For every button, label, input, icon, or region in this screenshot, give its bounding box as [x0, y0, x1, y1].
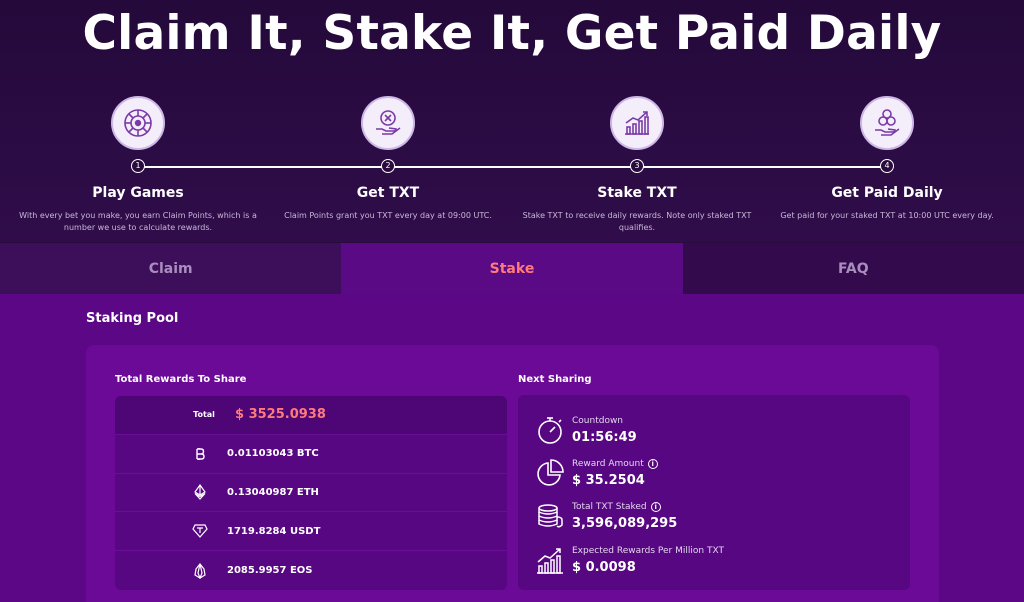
hand-coin-icon: [361, 96, 415, 150]
hero-section: Claim It, Stake It, Get Paid Daily 1 Pla…: [0, 0, 1024, 242]
reward-row-btc: 0.01103043 BTC: [115, 435, 507, 474]
countdown-label: Countdown: [572, 415, 624, 426]
total-staked-value: 3,596,089,295: [572, 515, 678, 531]
total-value: $ 3525.0938: [235, 407, 326, 423]
step-play-games: 1 Play Games With every bet you make, yo…: [13, 96, 263, 234]
reward-value: 1719.8284 USDT: [227, 525, 321, 537]
total-staked-label: Total TXT Staked: [572, 501, 647, 512]
reward-row-eos: 2085.9957 EOS: [115, 551, 507, 590]
total-staked-item: Total TXT Staked i 3,596,089,295: [534, 496, 677, 536]
rising-chart-icon: [534, 544, 566, 576]
step-description: Claim Points grant you TXT every day at …: [284, 211, 492, 220]
expected-rewards-text: Expected Rewards Per Million TXT $ 0.009…: [572, 546, 724, 575]
reward-row-usdt: 1719.8284 USDT: [115, 512, 507, 552]
reward-amount-label-row: Reward Amount i: [572, 458, 658, 469]
tab-bar: Claim Stake FAQ: [0, 243, 1024, 294]
expected-rewards-value: $ 0.0098: [572, 559, 636, 575]
next-sharing-panel: Countdown 01:56:49 Reward Amount i $ 35.2…: [518, 395, 910, 590]
reward-value: 2085.9957 EOS: [227, 565, 313, 577]
countdown-value: 01:56:49: [572, 429, 637, 445]
reward-row-eth: 0.13040987 ETH: [115, 474, 507, 513]
rewards-table: Total $ 3525.0938 0.01103043 BTC 0.13040…: [115, 396, 507, 590]
step-title: Get TXT: [356, 185, 420, 201]
reward-value: 0.13040987 ETH: [227, 486, 319, 498]
reward-amount-label: Reward Amount: [572, 458, 644, 469]
reward-amount-text: Reward Amount i $ 35.2504: [572, 458, 658, 488]
countdown-text: Countdown 01:56:49: [572, 416, 637, 445]
tab-claim[interactable]: Claim: [0, 243, 342, 294]
coin-stack-icon: [534, 500, 566, 532]
expected-rewards-item: Expected Rewards Per Million TXT $ 0.009…: [534, 540, 724, 580]
step-description: With every bet you make, you earn Claim …: [19, 211, 257, 232]
step-stake-txt: 3 Stake TXT Stake TXT to receive daily r…: [512, 96, 762, 234]
rewards-total-row: Total $ 3525.0938: [115, 396, 507, 435]
tab-stake[interactable]: Stake: [341, 243, 683, 294]
step-number: 3: [630, 159, 644, 173]
total-staked-label-row: Total TXT Staked i: [572, 501, 677, 512]
step-title: Get Paid Daily: [831, 185, 943, 201]
reward-amount-value: $ 35.2504: [572, 472, 645, 488]
staking-pool-title: Staking Pool: [86, 311, 179, 326]
reward-value: 0.01103043 BTC: [227, 448, 319, 460]
info-icon[interactable]: i: [647, 458, 658, 469]
hand-coins-icon: [860, 96, 914, 150]
stopwatch-icon: [534, 414, 566, 446]
growth-chart-icon: [610, 96, 664, 150]
step-description: Stake TXT to receive daily rewards. Note…: [522, 211, 752, 232]
pie-chart-icon: [534, 457, 566, 489]
step-number: 4: [880, 159, 894, 173]
info-icon[interactable]: i: [650, 501, 661, 512]
countdown-item: Countdown 01:56:49: [534, 410, 637, 450]
reward-amount-item: Reward Amount i $ 35.2504: [534, 453, 658, 493]
step-number: 2: [381, 159, 395, 173]
step-get-paid-daily: 4 Get Paid Daily Get paid for your stake…: [762, 96, 1012, 222]
step-number: 1: [131, 159, 145, 173]
rewards-section-label: Total Rewards To Share: [115, 374, 247, 385]
step-title: Play Games: [92, 185, 184, 201]
sharing-section-label: Next Sharing: [518, 374, 592, 385]
expected-rewards-label: Expected Rewards Per Million TXT: [572, 545, 724, 556]
total-staked-text: Total TXT Staked i 3,596,089,295: [572, 501, 678, 531]
step-description: Get paid for your staked TXT at 10:00 UT…: [780, 211, 994, 220]
page-title: Claim It, Stake It, Get Paid Daily: [82, 6, 942, 61]
step-title: Stake TXT: [597, 185, 677, 201]
tab-faq[interactable]: FAQ: [682, 243, 1024, 294]
step-get-txt: 2 Get TXT Claim Points grant you TXT eve…: [263, 96, 513, 222]
roulette-icon: [111, 96, 165, 150]
